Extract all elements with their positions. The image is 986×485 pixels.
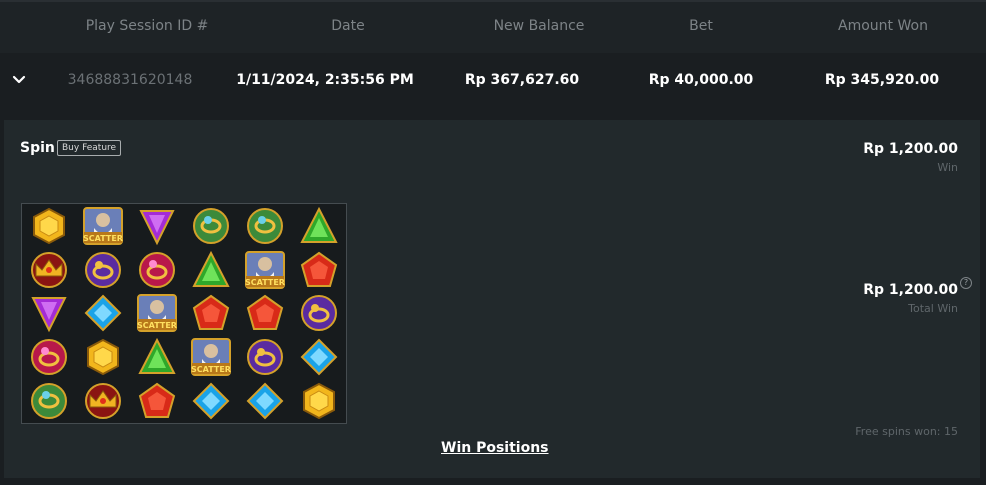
- gem-red-pentagon-icon: [138, 382, 176, 419]
- free-spins-text: Free spins won: 15: [855, 425, 958, 438]
- row-date: 1/11/2024, 2:35:56 PM: [236, 72, 414, 88]
- col-amount-won: Amount Won: [838, 18, 928, 34]
- scatter-icon: SCATTER: [83, 206, 123, 245]
- gem-blue-diamond-icon: [84, 295, 122, 332]
- ring-purple-symbol: [292, 292, 346, 336]
- chevron-down-icon[interactable]: [11, 71, 27, 87]
- scatter-icon: SCATTER: [245, 250, 285, 289]
- gem-green-triangle-symbol: [130, 335, 184, 379]
- row-new-balance: Rp 367,627.60: [464, 72, 580, 88]
- svg-text:SCATTER: SCATTER: [191, 365, 231, 374]
- ring-green-icon: [193, 207, 229, 244]
- gem-red-pentagon-symbol: [130, 379, 184, 423]
- crown-red-symbol: [76, 379, 130, 423]
- ring-purple-symbol: [238, 335, 292, 379]
- ring-purple-icon: [85, 251, 121, 288]
- gem-purple-triangle-icon: [139, 209, 175, 246]
- col-session-id: Play Session ID #: [85, 18, 209, 34]
- spin-win-amount: Rp 1,200.00: [863, 141, 958, 157]
- total-win-label: Total Win: [908, 302, 958, 315]
- gem-purple-triangle-icon: [31, 297, 67, 333]
- crown-red-symbol: [22, 248, 76, 292]
- col-bet: Bet: [689, 18, 713, 34]
- gem-red-pentagon-symbol: [184, 292, 238, 336]
- spin-win-label: Win: [937, 161, 958, 174]
- gem-yellow-icon: [87, 339, 119, 376]
- gem-yellow-symbol: [22, 204, 76, 248]
- row-session-id: 34688831620148: [67, 72, 193, 88]
- gem-blue-diamond-symbol: [292, 335, 346, 379]
- ring-red-symbol: [22, 335, 76, 379]
- table-header: Play Session ID # Date New Balance Bet A…: [0, 0, 986, 55]
- gem-blue-diamond-symbol: [184, 379, 238, 423]
- svg-text:SCATTER: SCATTER: [137, 321, 177, 330]
- help-icon[interactable]: ?: [960, 277, 972, 289]
- scatter-icon: SCATTER: [191, 338, 231, 377]
- spin-detail-panel: Spin Buy Feature Rp 1,200.00 Win Rp 1,20…: [4, 120, 980, 478]
- col-new-balance: New Balance: [493, 18, 585, 34]
- svg-text:SCATTER: SCATTER: [83, 234, 123, 243]
- gem-green-triangle-icon: [192, 250, 230, 287]
- gem-blue-diamond-symbol: [238, 379, 292, 423]
- ring-red-icon: [31, 339, 67, 376]
- gem-purple-triangle-symbol: [130, 204, 184, 248]
- scatter-symbol: SCATTER: [184, 335, 238, 379]
- gem-green-triangle-icon: [138, 338, 176, 375]
- gem-blue-diamond-symbol: [76, 292, 130, 336]
- gem-red-pentagon-icon: [246, 295, 284, 331]
- total-win-amount: Rp 1,200.00: [863, 282, 958, 298]
- row-bet: Rp 40,000.00: [648, 72, 754, 88]
- svg-text:SCATTER: SCATTER: [245, 278, 285, 287]
- reel-grid: SCATTER SCATTER SCATTER SCATTER: [21, 203, 347, 424]
- gem-green-triangle-symbol: [292, 204, 346, 248]
- crown-red-icon: [85, 383, 121, 420]
- ring-purple-symbol: [76, 248, 130, 292]
- gem-yellow-symbol: [292, 379, 346, 423]
- gem-blue-diamond-icon: [300, 338, 338, 376]
- gem-green-triangle-icon: [300, 206, 338, 243]
- ring-green-icon: [247, 207, 283, 244]
- ring-green-symbol: [184, 204, 238, 248]
- scatter-symbol: SCATTER: [76, 204, 130, 248]
- ring-green-symbol: [22, 379, 76, 423]
- gem-purple-triangle-symbol: [22, 292, 76, 336]
- win-positions-link[interactable]: Win Positions: [441, 440, 549, 456]
- ring-green-symbol: [238, 204, 292, 248]
- gem-blue-diamond-icon: [192, 382, 230, 420]
- gem-yellow-icon: [303, 382, 335, 420]
- spin-label: Spin: [20, 140, 55, 156]
- row-amount-won: Rp 345,920.00: [824, 72, 940, 88]
- ring-purple-icon: [301, 295, 337, 332]
- gem-red-pentagon-symbol: [292, 248, 346, 292]
- gem-green-triangle-symbol: [184, 248, 238, 292]
- gem-yellow-symbol: [76, 335, 130, 379]
- ring-red-icon: [139, 251, 175, 288]
- col-date: Date: [331, 18, 365, 34]
- table-row[interactable]: 34688831620148 1/11/2024, 2:35:56 PM Rp …: [0, 53, 986, 108]
- crown-red-icon: [31, 251, 67, 288]
- gem-yellow-icon: [33, 207, 65, 245]
- ring-purple-icon: [247, 339, 283, 376]
- gem-blue-diamond-icon: [246, 382, 284, 420]
- buy-feature-badge: Buy Feature: [57, 140, 122, 156]
- scatter-symbol: SCATTER: [130, 292, 184, 336]
- gem-red-pentagon-icon: [192, 295, 230, 331]
- scatter-symbol: SCATTER: [238, 248, 292, 292]
- scatter-icon: SCATTER: [137, 294, 177, 333]
- ring-red-symbol: [130, 248, 184, 292]
- gem-red-pentagon-icon: [300, 251, 338, 287]
- ring-green-icon: [31, 383, 67, 420]
- gem-red-pentagon-symbol: [238, 292, 292, 336]
